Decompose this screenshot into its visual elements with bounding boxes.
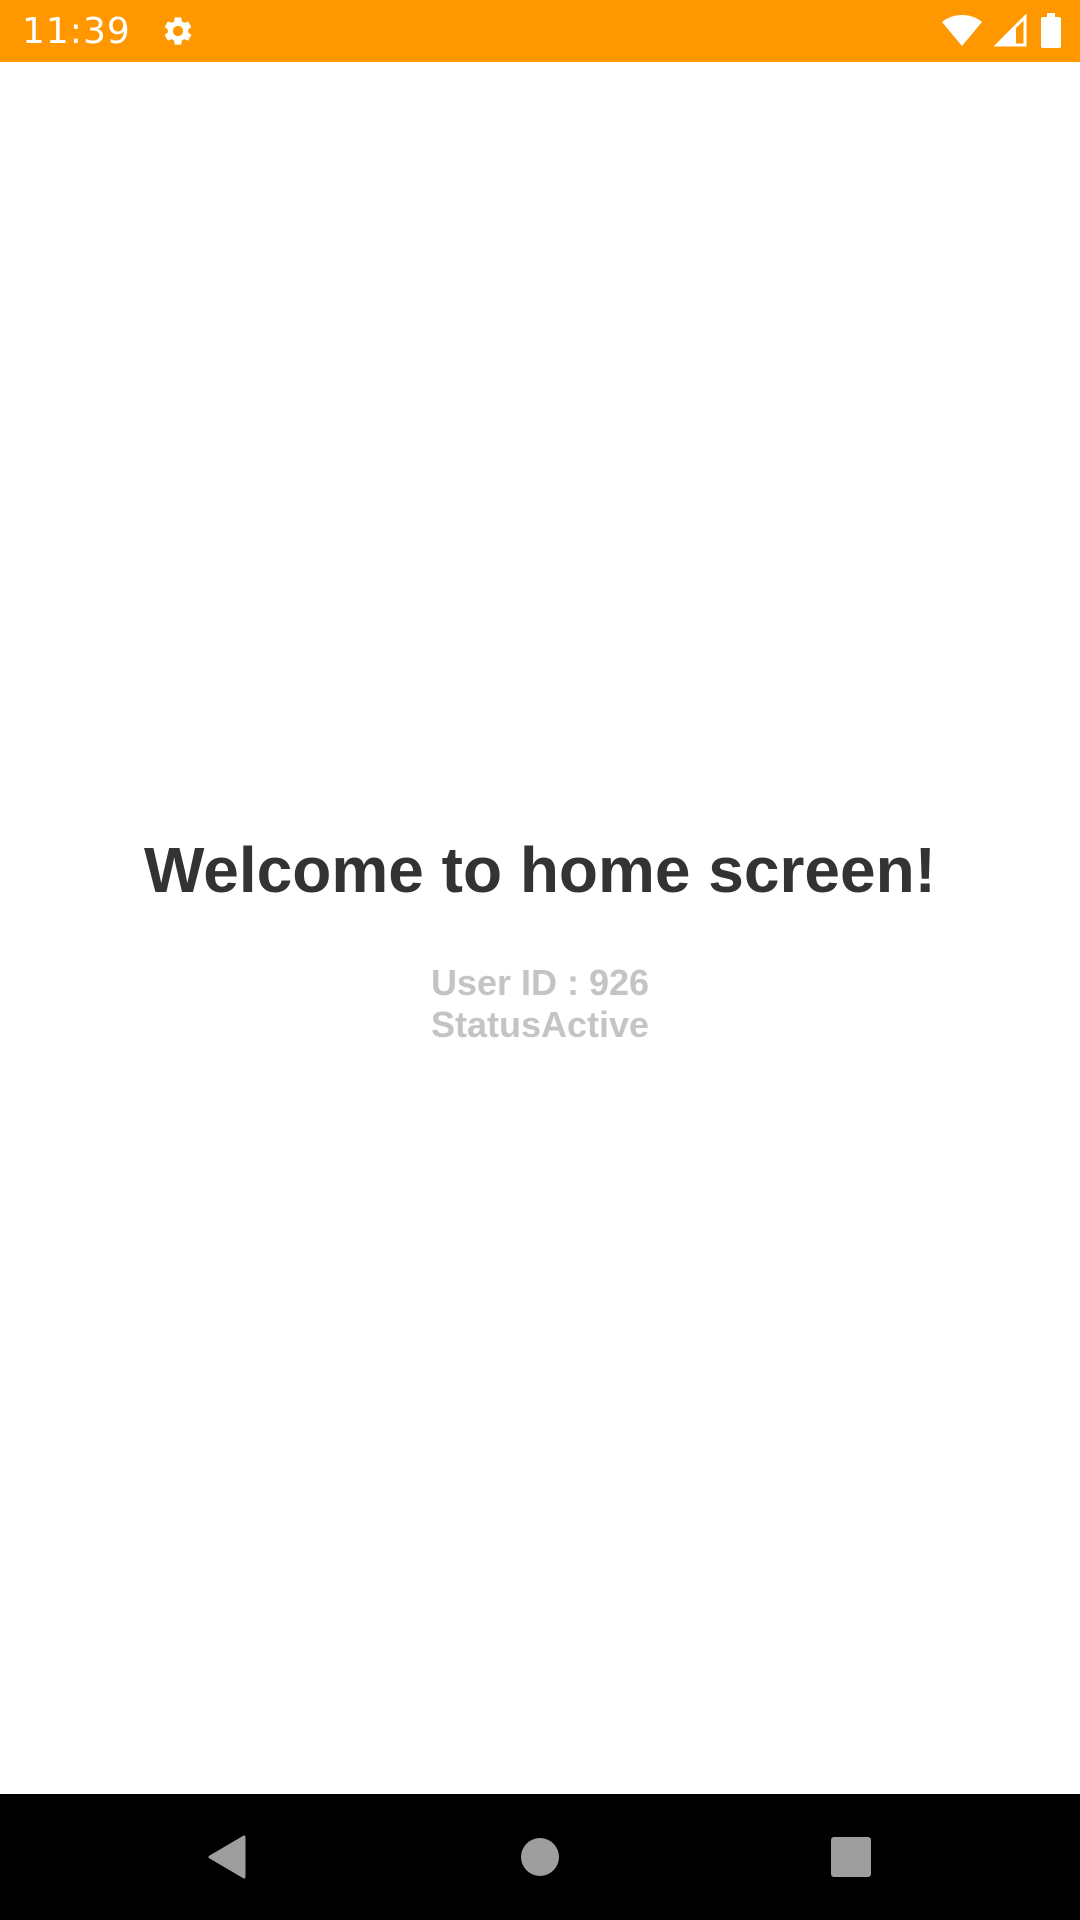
clock: 11:39	[22, 10, 131, 52]
user-info: User ID : 926 StatusActive	[0, 962, 1080, 1046]
status-bar: 11:39	[0, 0, 1080, 62]
page-title: Welcome to home screen!	[144, 834, 936, 906]
wifi-icon	[942, 14, 982, 48]
user-id-text: User ID : 926	[430, 962, 650, 1003]
home-content: Welcome to home screen! User ID : 926 St…	[0, 62, 1080, 1794]
cellular-signal-icon	[994, 14, 1028, 48]
status-text: StatusActive	[430, 1004, 650, 1045]
back-button[interactable]	[146, 1794, 306, 1920]
home-button[interactable]	[460, 1794, 620, 1920]
recents-icon	[831, 1837, 871, 1877]
recents-button[interactable]	[771, 1794, 931, 1920]
home-icon	[520, 1837, 560, 1877]
status-bar-left: 11:39	[22, 11, 195, 52]
battery-icon	[1040, 13, 1062, 49]
status-bar-right	[942, 13, 1062, 49]
back-icon	[206, 1835, 246, 1879]
app-screen: 11:39 Welcome to home screen! User ID: …	[0, 0, 1080, 1920]
settings-gear-icon	[161, 14, 195, 48]
navigation-bar	[0, 1794, 1080, 1920]
